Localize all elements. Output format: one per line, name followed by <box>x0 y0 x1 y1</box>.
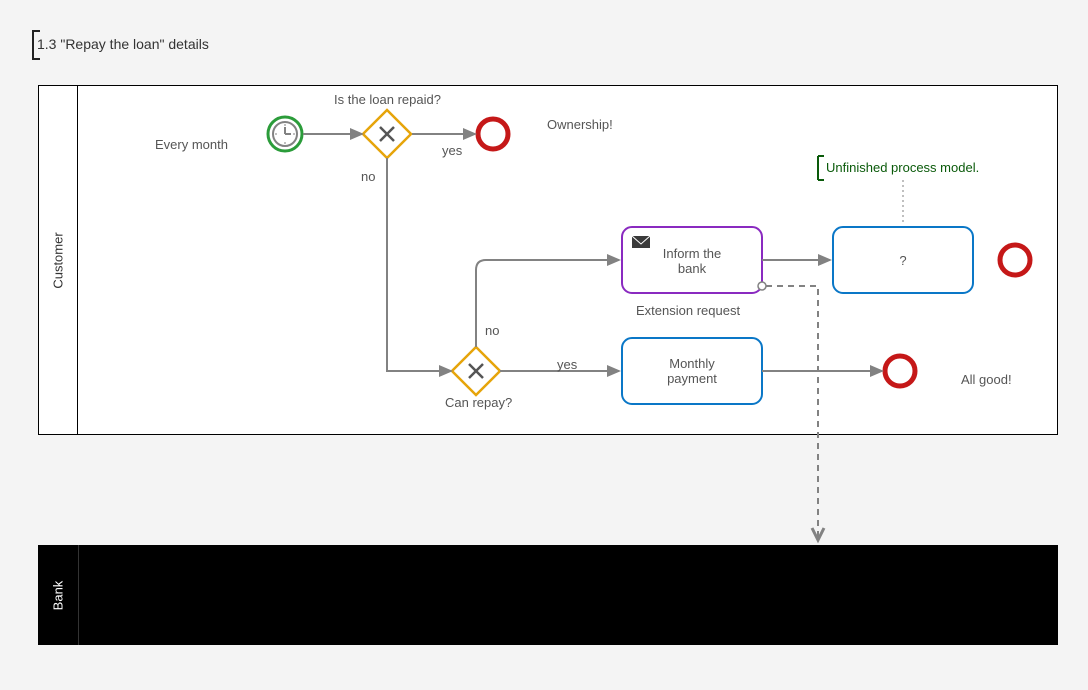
annotation-text: Unfinished process model. <box>826 160 979 175</box>
gateway1-yes: yes <box>442 143 462 158</box>
gateway1-label: Is the loan repaid? <box>334 92 441 107</box>
envelope-icon <box>632 236 650 248</box>
bpmn-canvas: Inform thebank ? Monthlypayment <box>0 0 1088 690</box>
task-inform-bank: Inform thebank <box>622 227 762 293</box>
flow-g1-no <box>387 158 451 371</box>
start-event-label: Every month <box>155 137 228 152</box>
end-event-unknown <box>1000 245 1030 275</box>
end-event-allgood <box>885 356 915 386</box>
gateway2-yes: yes <box>557 357 577 372</box>
task-monthly-payment: Monthlypayment <box>622 338 762 404</box>
task-label: Monthlypayment <box>667 356 717 386</box>
message-flow-inform-bank <box>758 282 818 540</box>
end-ownership-label: Ownership! <box>547 117 613 132</box>
page: 1.3 "Repay the loan" details Customer Ba… <box>0 0 1088 690</box>
timer-start-event <box>268 117 302 151</box>
gateway-loan-repaid <box>363 110 411 158</box>
end-event-ownership <box>478 119 508 149</box>
gateway-can-repay <box>452 347 500 395</box>
gateway1-no: no <box>361 169 375 184</box>
task-unknown: ? <box>833 227 973 293</box>
inform-bank-caption: Extension request <box>636 303 740 318</box>
task-label: ? <box>899 253 906 268</box>
gateway2-label: Can repay? <box>445 395 512 410</box>
gateway2-no: no <box>485 323 499 338</box>
end-allgood-label: All good! <box>961 372 1012 387</box>
